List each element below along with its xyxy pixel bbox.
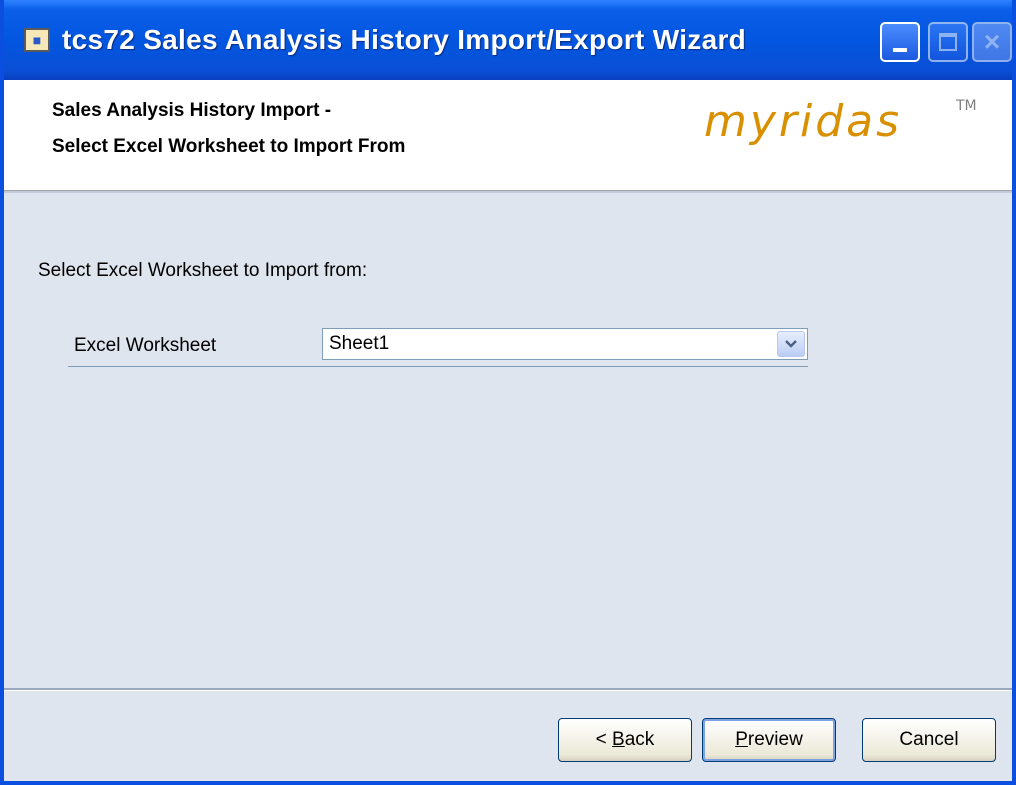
preview-button-accel: P <box>735 729 748 750</box>
myridas-logo: myridas <box>704 96 903 147</box>
wizard-window: ■ tcs72 Sales Analysis History Import/Ex… <box>0 0 1016 785</box>
header-title-line1: Sales Analysis History Import - <box>52 100 332 121</box>
window-title: tcs72 Sales Analysis History Import/Expo… <box>62 24 747 55</box>
title-bar[interactable]: ■ tcs72 Sales Analysis History Import/Ex… <box>4 0 1012 80</box>
worksheet-select[interactable]: Sheet1 <box>322 328 808 360</box>
header-divider <box>4 191 1012 193</box>
worksheet-select-value: Sheet1 <box>329 333 390 354</box>
chevron-down-icon[interactable] <box>777 331 805 357</box>
minimize-icon <box>893 48 907 52</box>
cancel-button[interactable]: Cancel <box>862 718 996 762</box>
close-button[interactable]: × <box>972 22 1012 62</box>
preview-button-rest: review <box>747 729 803 750</box>
instruction-text: Select Excel Worksheet to Import from: <box>38 260 368 281</box>
worksheet-label: Excel Worksheet <box>74 335 217 356</box>
footer-divider <box>4 688 1012 691</box>
close-icon: × <box>983 26 1001 57</box>
wizard-header: Sales Analysis History Import - Select E… <box>4 80 1012 191</box>
back-button-prefix: < <box>595 729 613 750</box>
back-button-rest: ack <box>624 729 655 750</box>
back-button[interactable]: < Back <box>558 718 692 762</box>
worksheet-field-row: Excel Worksheet Sheet1 <box>68 324 808 367</box>
wizard-app-icon[interactable]: ■ <box>24 28 50 52</box>
back-button-accel: B <box>612 729 625 750</box>
minimize-button[interactable] <box>880 22 920 62</box>
maximize-icon <box>939 33 957 51</box>
preview-button[interactable]: Preview <box>702 718 836 762</box>
header-title-line2: Select Excel Worksheet to Import From <box>52 136 406 157</box>
trademark-mark: TM <box>956 98 977 114</box>
maximize-button[interactable] <box>928 22 968 62</box>
